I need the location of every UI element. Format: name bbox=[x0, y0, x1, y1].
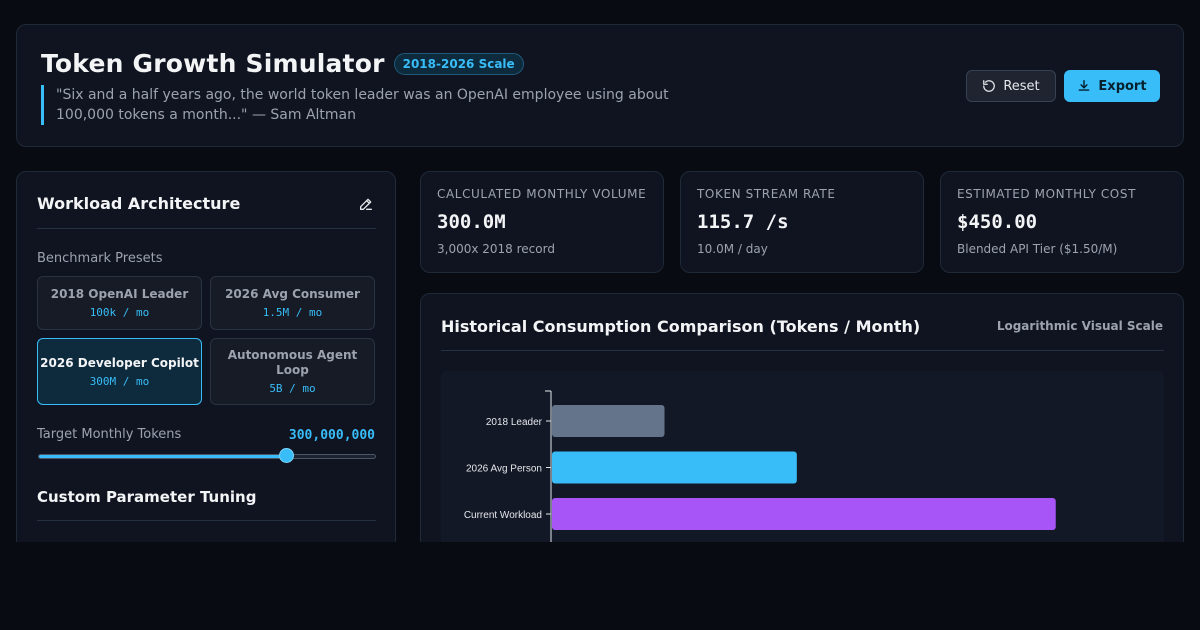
stat-sub: 10.0M / day bbox=[697, 242, 768, 256]
preset-avg-consumer[interactable]: 2026 Avg Consumer 1.5M / mo bbox=[210, 276, 375, 330]
slider-thumb[interactable] bbox=[279, 448, 295, 463]
viewport-cutoff bbox=[0, 542, 1200, 630]
title-row: Token Growth Simulator 2018-2026 Scale bbox=[41, 49, 524, 78]
y-tick-label: Current Workload bbox=[464, 510, 542, 521]
preset-name: 2026 Developer Copilot bbox=[40, 355, 199, 370]
target-value: 300,000,000 bbox=[288, 428, 375, 443]
preset-name: 2018 OpenAI Leader bbox=[50, 287, 189, 301]
preset-value: 1.5M / mo bbox=[262, 306, 323, 319]
divider bbox=[37, 520, 376, 521]
workload-title: Workload Architecture bbox=[37, 194, 241, 213]
chart-scale-label: Logarithmic Visual Scale bbox=[996, 319, 1163, 333]
divider bbox=[37, 228, 376, 229]
preset-value: 300M / mo bbox=[89, 374, 150, 388]
edit-icon[interactable] bbox=[358, 196, 374, 212]
reset-label: Reset bbox=[1003, 78, 1040, 94]
custom-tuning-title: Custom Parameter Tuning bbox=[37, 488, 257, 506]
stat-card-cost: ESTIMATED MONTHLY COST $450.00 Blended A… bbox=[940, 171, 1184, 273]
preset-value: 5B / mo bbox=[269, 382, 316, 395]
presets-label: Benchmark Presets bbox=[37, 251, 163, 266]
stat-card-volume: CALCULATED MONTHLY VOLUME 300.0M 3,000x … bbox=[420, 171, 664, 273]
page-title: Token Growth Simulator bbox=[41, 49, 385, 78]
stat-card-rate: TOKEN STREAM RATE 115.7 /s 10.0M / day bbox=[680, 171, 924, 273]
stat-value: 115.7 /s bbox=[697, 211, 789, 233]
workload-panel: Workload Architecture Benchmark Presets … bbox=[16, 171, 396, 571]
export-button[interactable]: Export bbox=[1064, 70, 1160, 102]
divider bbox=[441, 350, 1164, 351]
header-panel: Token Growth Simulator 2018-2026 Scale "… bbox=[16, 24, 1184, 147]
stat-label: CALCULATED MONTHLY VOLUME bbox=[437, 187, 647, 201]
target-slider[interactable] bbox=[38, 454, 376, 459]
preset-name: 2026 Avg Consumer bbox=[225, 287, 360, 301]
stat-sub: Blended API Tier ($1.50/M) bbox=[957, 242, 1118, 256]
chart-title: Historical Consumption Comparison (Token… bbox=[441, 317, 921, 336]
preset-2018-leader[interactable]: 2018 OpenAI Leader 100k / mo bbox=[37, 276, 202, 330]
chart-bar[interactable] bbox=[552, 405, 665, 437]
preset-value: 100k / mo bbox=[89, 306, 150, 319]
chart-bar[interactable] bbox=[552, 498, 1056, 530]
y-tick-label: 2026 Avg Person bbox=[466, 464, 542, 475]
slider-fill bbox=[39, 455, 288, 458]
download-icon bbox=[1079, 80, 1090, 91]
reset-button[interactable]: Reset bbox=[966, 70, 1056, 102]
scale-badge: 2018-2026 Scale bbox=[393, 52, 524, 75]
y-tick-label: 2018 Leader bbox=[486, 417, 543, 428]
preset-agent-loop[interactable]: Autonomous Agent Loop 5B / mo bbox=[210, 338, 375, 405]
export-label: Export bbox=[1098, 78, 1147, 94]
stat-value: $450.00 bbox=[957, 211, 1038, 233]
reset-icon bbox=[983, 80, 996, 92]
target-label: Target Monthly Tokens bbox=[37, 427, 182, 442]
altman-quote: "Six and a half years ago, the world tok… bbox=[41, 85, 681, 125]
preset-name: Autonomous Agent Loop bbox=[227, 348, 358, 377]
stat-label: ESTIMATED MONTHLY COST bbox=[957, 187, 1137, 201]
preset-developer-copilot[interactable]: 2026 Developer Copilot 300M / mo bbox=[37, 338, 202, 405]
stat-label: TOKEN STREAM RATE bbox=[697, 187, 836, 201]
stat-value: 300.0M bbox=[437, 211, 506, 233]
stat-sub: 3,000x 2018 record bbox=[437, 242, 555, 256]
chart-bar[interactable] bbox=[552, 451, 797, 484]
